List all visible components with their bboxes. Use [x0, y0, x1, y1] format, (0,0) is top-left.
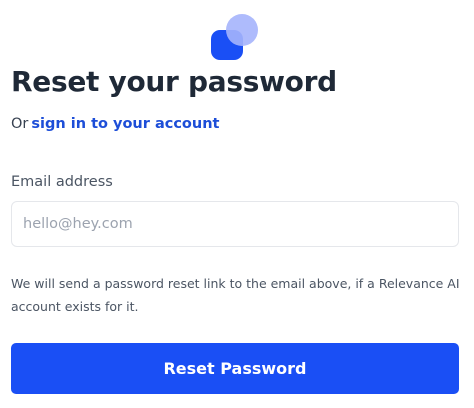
relevance-ai-logo-icon [209, 14, 261, 62]
email-field[interactable] [11, 201, 459, 247]
signin-prompt: Or sign in to your account [11, 114, 219, 134]
signin-prompt-prefix: Or [11, 116, 29, 132]
email-label: Email address [11, 174, 113, 190]
helper-text: We will send a password reset link to th… [11, 276, 460, 314]
page-title: Reset your password [11, 65, 337, 98]
signin-link[interactable]: sign in to your account [31, 116, 219, 132]
reset-password-button[interactable]: Reset Password [11, 343, 459, 394]
